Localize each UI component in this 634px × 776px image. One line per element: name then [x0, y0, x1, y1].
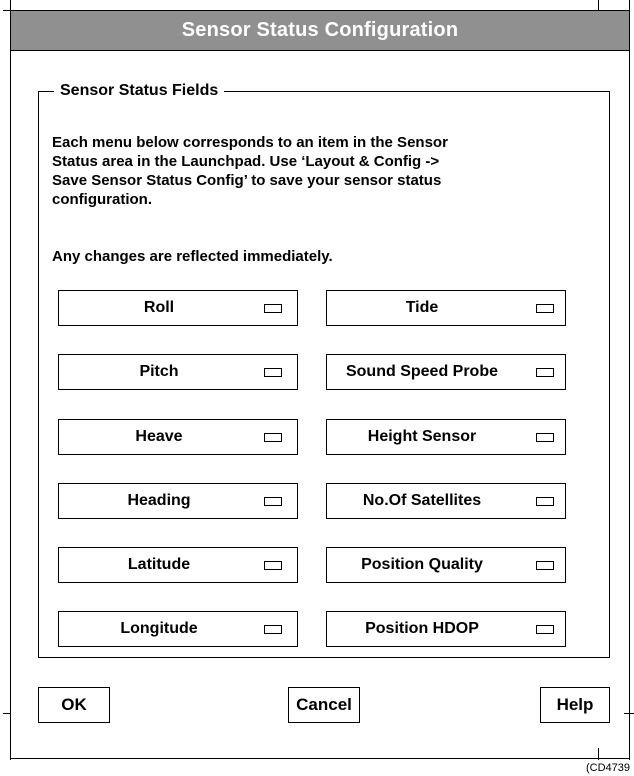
- indicator-icon: [536, 304, 554, 313]
- sensor-menu-pitch[interactable]: Pitch: [58, 354, 298, 390]
- title-bar: Sensor Status Configuration: [11, 10, 629, 51]
- sensor-label: Sound Speed Probe: [345, 363, 498, 380]
- cancel-button[interactable]: Cancel: [288, 687, 360, 723]
- sensor-menu-position-hdop[interactable]: Position HDOP: [326, 611, 566, 647]
- frame-tick: [598, 748, 599, 760]
- indicator-icon: [536, 561, 554, 570]
- indicator-icon: [536, 368, 554, 377]
- frame-line-bottom: [10, 758, 630, 759]
- sensor-menu-position-quality[interactable]: Position Quality: [326, 547, 566, 583]
- sensor-menu-latitude[interactable]: Latitude: [58, 547, 298, 583]
- frame-line-right: [629, 0, 630, 760]
- indicator-icon: [264, 497, 282, 506]
- ok-button[interactable]: OK: [38, 687, 110, 723]
- sensor-menu-heading[interactable]: Heading: [58, 483, 298, 519]
- group-title: Sensor Status Fields: [54, 81, 225, 101]
- frame-tick: [3, 10, 11, 11]
- sensor-menu-tide[interactable]: Tide: [326, 290, 566, 326]
- description-line: configuration.: [52, 191, 152, 208]
- frame-line-left: [10, 0, 11, 760]
- sensor-label: Heave: [135, 428, 183, 445]
- indicator-icon: [264, 304, 282, 313]
- indicator-icon: [536, 497, 554, 506]
- sensor-menu-longitude[interactable]: Longitude: [58, 611, 298, 647]
- sensor-label: Tide: [405, 299, 439, 316]
- figure-id: (CD4739: [586, 762, 631, 774]
- sensor-label: Heading: [127, 492, 191, 509]
- sensor-menu-height-sensor[interactable]: Height Sensor: [326, 419, 566, 455]
- sensor-label: No.Of Satellites: [362, 492, 482, 509]
- indicator-icon: [536, 433, 554, 442]
- sensor-label: Latitude: [127, 556, 191, 573]
- frame-tick: [3, 713, 11, 714]
- indicator-icon: [264, 368, 282, 377]
- help-button[interactable]: Help: [540, 687, 610, 723]
- sensor-menu-sound-speed-probe[interactable]: Sound Speed Probe: [326, 354, 566, 390]
- sensor-menu-roll[interactable]: Roll: [58, 290, 298, 326]
- description-text: Each menu below corresponds to an item i…: [52, 133, 522, 209]
- sensor-label: Roll: [143, 299, 175, 316]
- description-line: Save Sensor Status Config’ to save your …: [52, 172, 442, 189]
- description-line: Each menu below corresponds to an item i…: [52, 134, 448, 151]
- indicator-icon: [264, 625, 282, 634]
- sensor-label: Position HDOP: [365, 620, 479, 637]
- sensor-menu-heave[interactable]: Heave: [58, 419, 298, 455]
- sensor-label: Position Quality: [361, 556, 483, 573]
- sensor-menu-no-of-satellites[interactable]: No.Of Satellites: [326, 483, 566, 519]
- sensor-label: Height Sensor: [367, 428, 477, 445]
- sensor-label: Pitch: [139, 363, 179, 380]
- sensor-label: Longitude: [120, 620, 198, 637]
- indicator-icon: [536, 625, 554, 634]
- window-title: Sensor Status Configuration: [181, 19, 459, 41]
- immediate-changes-note: Any changes are reflected immediately.: [52, 248, 333, 265]
- indicator-icon: [264, 433, 282, 442]
- description-line: Status area in the Launchpad. Use ‘Layou…: [52, 153, 440, 170]
- frame-tick: [624, 713, 634, 714]
- indicator-icon: [264, 561, 282, 570]
